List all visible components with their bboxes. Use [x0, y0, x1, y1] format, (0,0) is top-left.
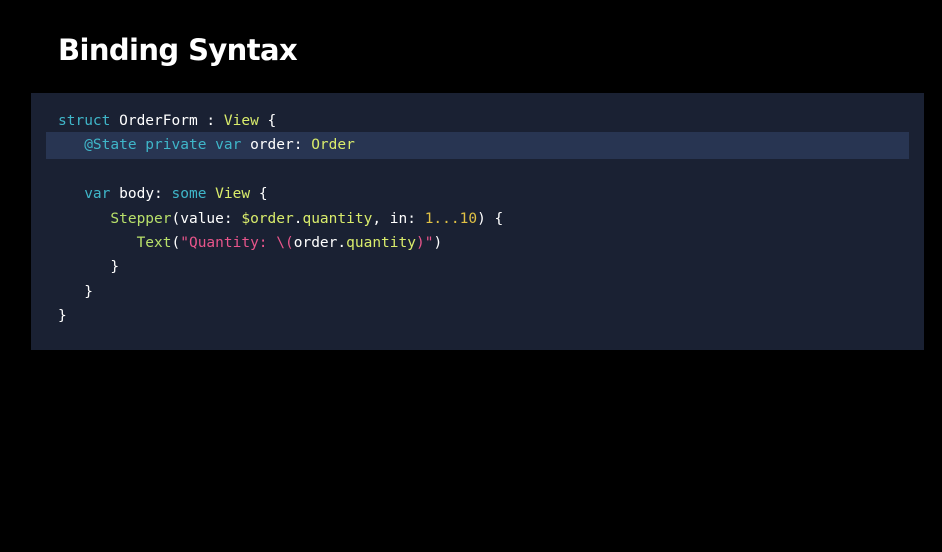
- code-token: View: [215, 186, 251, 203]
- code-line: }: [58, 304, 503, 328]
- code-token: order:: [241, 137, 312, 154]
- code-token: }: [58, 283, 93, 300]
- code-token: quantity: [302, 210, 373, 227]
- code-token: {: [258, 113, 277, 129]
- code-token: "Quantity: \(: [180, 234, 294, 251]
- code-token: order.: [293, 234, 347, 251]
- code-token: Stepper: [110, 210, 172, 227]
- slide-title: Binding Syntax: [58, 33, 298, 67]
- code-token: var: [84, 186, 111, 203]
- code-token: (value:: [171, 210, 242, 227]
- code-token: (: [171, 234, 181, 251]
- code-block: struct OrderForm : View { @State private…: [58, 109, 503, 329]
- code-line: Text("Quantity: \(order.quantity)"): [58, 231, 503, 255]
- code-token: OrderForm :: [110, 113, 224, 129]
- code-token: ): [433, 234, 443, 251]
- code-token: Order: [311, 137, 355, 154]
- code-token: 1...10: [424, 210, 478, 227]
- code-token: }: [58, 259, 120, 276]
- code-token: , in:: [372, 210, 425, 227]
- code-token: )": [415, 234, 434, 251]
- code-line: @State private var order: Order: [58, 133, 503, 157]
- code-token: ) {: [477, 210, 504, 227]
- code-token: View: [223, 113, 259, 129]
- code-line: Stepper(value: $order.quantity, in: 1...…: [58, 207, 503, 231]
- code-token: $order: [241, 210, 294, 227]
- code-token: @State private var: [84, 137, 242, 154]
- code-token: body:: [110, 186, 172, 203]
- code-line: }: [58, 255, 503, 279]
- code-token: {: [250, 186, 268, 203]
- code-token: struct: [58, 113, 111, 129]
- code-line: struct OrderForm : View {: [58, 109, 503, 133]
- code-token: some: [171, 186, 207, 203]
- code-line: }: [58, 280, 503, 304]
- code-token: Text: [136, 234, 172, 251]
- code-panel: struct OrderForm : View { @State private…: [31, 93, 924, 350]
- code-line: var body: some View {: [58, 182, 503, 206]
- code-token: quantity: [346, 234, 416, 251]
- code-token: }: [58, 308, 67, 325]
